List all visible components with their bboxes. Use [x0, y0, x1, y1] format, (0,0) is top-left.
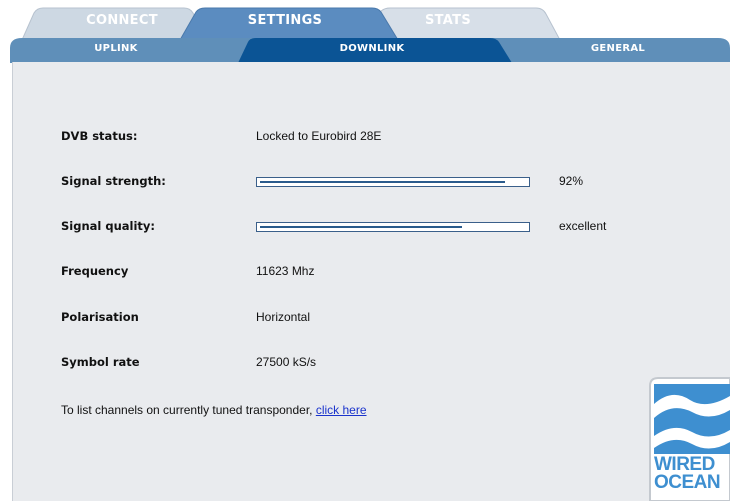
channel-list-hint: To list channels on currently tuned tran…	[61, 403, 367, 417]
dvb-status-value: Locked to Eurobird 28E	[256, 129, 382, 143]
sub-tab-bar: UPLINK DOWNLINK GENERAL	[10, 38, 730, 63]
signal-strength-fill	[260, 181, 505, 183]
tab-stats[interactable]: STATS	[388, 13, 508, 28]
click-here-link[interactable]: click here	[316, 403, 367, 417]
signal-strength-meter	[256, 177, 530, 187]
logo-wordmark: WIRED OCEAN	[654, 455, 730, 493]
signal-strength-label: Signal strength:	[61, 174, 166, 188]
tab-connect[interactable]: CONNECT	[62, 13, 182, 28]
symbol-rate-label: Symbol rate	[61, 355, 140, 369]
wired-ocean-logo: WIRED OCEAN	[640, 374, 730, 501]
symbol-rate-value: 27500 kS/s	[256, 355, 317, 369]
dvb-status-label: DVB status:	[61, 129, 138, 143]
frequency-label: Frequency	[61, 264, 129, 278]
channel-list-text: To list channels on currently tuned tran…	[61, 403, 316, 417]
frequency-value: 11623 Mhz	[256, 264, 315, 278]
signal-quality-meter	[256, 222, 530, 232]
polarisation-label: Polarisation	[61, 310, 139, 324]
logo-wordmark-line2: OCEAN	[654, 472, 721, 493]
signal-quality-value: excellent	[559, 219, 607, 233]
top-tab-bar: CONNECT SETTINGS STATS	[0, 0, 730, 40]
subtab-downlink[interactable]: DOWNLINK	[272, 43, 472, 54]
subtab-uplink[interactable]: UPLINK	[56, 43, 176, 54]
polarisation-value: Horizontal	[256, 310, 311, 324]
signal-quality-label: Signal quality:	[61, 219, 156, 233]
signal-strength-value: 92%	[559, 174, 584, 188]
downlink-panel: DVB status: Locked to Eurobird 28E Signa…	[12, 62, 730, 501]
tab-settings[interactable]: SETTINGS	[225, 13, 345, 28]
subtab-general[interactable]: GENERAL	[548, 43, 688, 54]
signal-quality-fill	[260, 226, 462, 228]
